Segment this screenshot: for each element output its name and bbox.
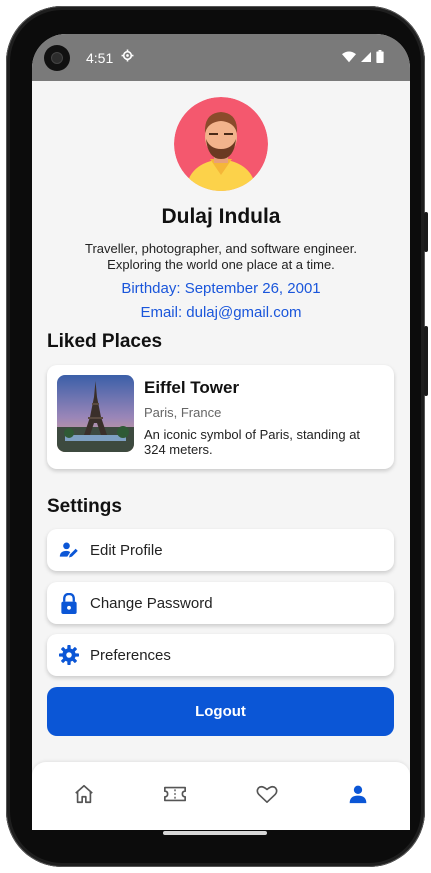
edit-profile-icon — [58, 539, 80, 561]
profile-name: Dulaj Indula — [161, 205, 281, 228]
place-description: An iconic symbol of Paris, standing at 3… — [144, 427, 361, 457]
avatar — [174, 97, 268, 191]
app-screen: 4:51 Dulaj Indula Traveller, photographe… — [32, 34, 410, 830]
edit-profile-label: Edit Profile — [90, 541, 163, 559]
liked-places-title: Liked Places — [47, 331, 163, 352]
front-camera — [44, 44, 70, 71]
change-password-label: Change Password — [90, 594, 213, 612]
preferences-label: Preferences — [90, 646, 171, 664]
gear-icon — [58, 644, 80, 666]
status-bar: 4:51 — [32, 34, 410, 81]
profile-bio: Traveller, photographer, and software en… — [32, 241, 410, 273]
lock-icon — [58, 592, 80, 614]
nav-home[interactable] — [64, 776, 104, 816]
eiffel-tower-thumbnail — [57, 375, 134, 452]
battery-icon — [376, 49, 384, 66]
nav-favorites[interactable] — [247, 776, 287, 816]
place-location: Paris, France — [144, 405, 222, 420]
logout-button[interactable]: Logout — [47, 687, 394, 736]
person-icon — [348, 784, 368, 809]
preferences-button[interactable]: Preferences — [47, 634, 394, 676]
home-icon — [73, 783, 95, 810]
profile-content: Dulaj Indula Traveller, photographer, an… — [32, 81, 410, 762]
settings-title: Settings — [47, 496, 122, 517]
home-indicator[interactable] — [163, 831, 267, 835]
wifi-icon — [342, 50, 356, 66]
nav-tickets[interactable] — [155, 776, 195, 816]
change-password-button[interactable]: Change Password — [47, 582, 394, 624]
profile-birthday: Birthday: September 26, 2001 — [121, 280, 321, 297]
profile-email[interactable]: Email: dulaj@gmail.com — [32, 304, 410, 321]
status-time: 4:51 — [86, 49, 114, 66]
settings-status-icon — [121, 49, 134, 66]
nav-profile[interactable] — [338, 776, 378, 816]
bottom-nav — [32, 762, 410, 830]
bio-line: Traveller, photographer, and software en… — [85, 241, 357, 256]
phone-side-button — [424, 212, 428, 252]
signal-icon — [360, 50, 372, 66]
heart-icon — [256, 784, 278, 809]
phone-frame: 4:51 Dulaj Indula Traveller, photographe… — [6, 6, 428, 867]
bio-line: Exploring the world one place at a time. — [107, 257, 335, 272]
ticket-icon — [163, 783, 187, 810]
edit-profile-button[interactable]: Edit Profile — [47, 529, 394, 571]
phone-volume-button — [424, 326, 428, 396]
place-title: Eiffel Tower — [144, 378, 240, 397]
liked-place-card[interactable]: Eiffel Tower Paris, France An iconic sym… — [47, 365, 394, 469]
